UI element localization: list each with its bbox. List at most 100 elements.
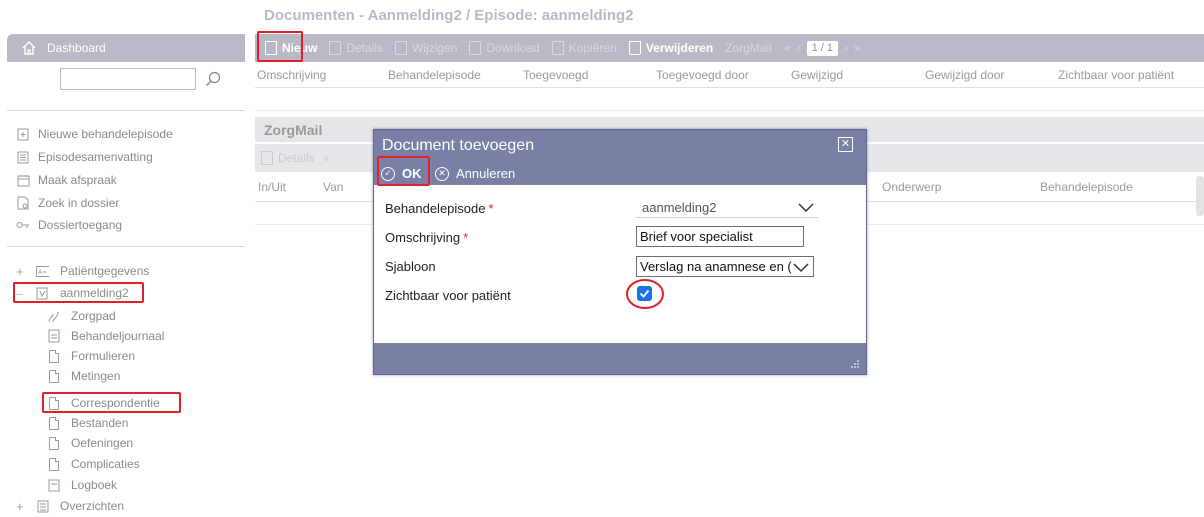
dialog-footer <box>374 343 866 374</box>
tree-item-label: Complicaties <box>71 457 140 471</box>
search-icon <box>206 71 221 86</box>
check-circle-icon: ✓ <box>381 166 395 181</box>
tree-item-label: Logboek <box>71 478 118 492</box>
description-label-text: Omschrijving <box>385 230 461 245</box>
tree-item-patient-data[interactable]: + A= Patiëntgegevens <box>16 262 149 280</box>
documents-toolbar: Nieuw Details Wijzigen Download Kopiëren… <box>255 34 1204 62</box>
divider <box>7 110 245 111</box>
template-select[interactable]: Verslag na anamnese en ( <box>636 256 814 277</box>
column-header[interactable]: Omschrijving <box>257 68 326 82</box>
x-circle-icon: ✕ <box>435 166 449 181</box>
tree-item-label: Oefeningen <box>71 436 134 450</box>
copy-button-label: Kopiëren <box>568 41 617 55</box>
tree-item-complicaties[interactable]: Complicaties <box>47 455 140 473</box>
close-icon[interactable]: ✕ <box>838 137 853 152</box>
tree-item-label: Metingen <box>71 369 121 383</box>
column-header[interactable]: Van <box>323 180 343 194</box>
dashboard-label: Dashboard <box>47 41 106 55</box>
edit-button[interactable]: Wijzigen <box>395 41 457 55</box>
tree-item-episode[interactable]: – aanmelding2 <box>16 284 129 302</box>
highlight-checkbox-circle <box>626 279 664 309</box>
prev-page-icon[interactable]: ‹ <box>797 41 801 55</box>
next-page-icon[interactable]: › <box>844 41 848 55</box>
sidebar-action-appointment[interactable]: Maak afspraak <box>16 171 117 189</box>
table-row <box>255 89 1204 111</box>
path-icon <box>47 309 60 323</box>
tree-item-label: Formulieren <box>71 349 136 363</box>
summary-icon <box>16 150 30 164</box>
new-button-label: Nieuw <box>282 41 318 55</box>
sidebar-action-search-dossier[interactable]: Zoek in dossier <box>16 194 119 212</box>
download-button[interactable]: Download <box>469 41 540 55</box>
sidebar-action-label: Nieuwe behandelepisode <box>38 127 173 141</box>
column-header[interactable]: Gewijzigd door <box>925 68 1004 82</box>
tree-item-label: Behandeljournaal <box>71 329 165 343</box>
sidebar-action-dossier-access[interactable]: Dossiertoegang <box>16 216 122 234</box>
overview-icon <box>36 499 49 513</box>
documents-table-header: Omschrijving Behandelepisode Toegevoegd … <box>255 62 1204 88</box>
copy-button[interactable]: Kopiëren <box>551 41 617 55</box>
zorgmail-details-button[interactable]: Details <box>261 151 315 165</box>
collapse-icon[interactable]: – <box>16 286 28 301</box>
column-header[interactable]: Behandelepisode <box>388 68 481 82</box>
column-header[interactable]: In/Uit <box>258 180 286 194</box>
svg-text:A=: A= <box>38 269 47 276</box>
search-document-icon <box>16 196 30 210</box>
tree-item-oefeningen[interactable]: Oefeningen <box>47 434 133 452</box>
zorgmail-button-label: ZorgMail <box>725 41 772 55</box>
delete-button[interactable]: Verwijderen <box>628 41 714 55</box>
tree-item-behandeljournaal[interactable]: Behandeljournaal <box>47 327 164 345</box>
sidebar: Dashboard Nieuwe behandelepisode Episode… <box>0 0 245 517</box>
ok-button[interactable]: ✓ OK <box>381 166 422 181</box>
zorgmail-button[interactable]: ZorgMail <box>725 41 772 55</box>
column-header[interactable]: Toegevoegd door <box>656 68 749 82</box>
document-icon <box>47 396 60 410</box>
sidebar-search-input[interactable] <box>60 68 196 90</box>
description-input[interactable]: Brief voor specialist <box>636 226 804 247</box>
new-button[interactable]: Nieuw <box>265 41 317 55</box>
scrollbar[interactable] <box>1196 176 1204 216</box>
column-header[interactable]: Toegevoegd <box>523 68 588 82</box>
delete-button-label: Verwijderen <box>645 41 714 55</box>
column-header[interactable]: Zichtbaar voor patiënt <box>1058 68 1174 82</box>
column-header[interactable]: Behandelepisode <box>1040 180 1133 194</box>
document-icon <box>47 436 60 450</box>
chevron-down-icon <box>798 203 814 213</box>
expand-icon[interactable]: + <box>16 264 28 279</box>
edit-button-label: Wijzigen <box>412 41 458 55</box>
cancel-button[interactable]: ✕ Annuleren <box>435 166 515 181</box>
tree-item-overviews[interactable]: + Overzichten <box>16 497 124 515</box>
required-marker: * <box>488 201 494 216</box>
episode-select[interactable]: aanmelding2 <box>636 197 818 218</box>
column-header[interactable]: Onderwerp <box>882 180 941 194</box>
new-episode-icon <box>16 127 30 141</box>
details-button[interactable]: Details <box>329 41 383 55</box>
tree-item-logboek[interactable]: Logboek <box>47 476 117 494</box>
dashboard-link[interactable]: Dashboard <box>7 34 245 62</box>
tree-item-zorgpad[interactable]: Zorgpad <box>47 307 116 325</box>
sidebar-action-label: Maak afspraak <box>38 173 117 187</box>
dialog-title: Document toevoegen <box>382 137 535 154</box>
zorgmail-details-label: Details <box>278 151 315 165</box>
tree-item-metingen[interactable]: Metingen <box>47 367 120 385</box>
key-icon <box>16 218 30 232</box>
new-document-icon <box>265 41 277 55</box>
resize-handle-icon[interactable] <box>848 357 860 369</box>
sidebar-action-summary[interactable]: Episodesamenvatting <box>16 148 153 166</box>
first-page-icon[interactable]: « <box>784 41 791 55</box>
column-header[interactable]: Gewijzigd <box>791 68 843 82</box>
details-button-label: Details <box>346 41 384 55</box>
search-button[interactable] <box>202 68 224 90</box>
last-page-icon[interactable]: » <box>854 41 861 55</box>
expand-icon[interactable]: + <box>16 499 28 514</box>
tree-item-formulieren[interactable]: Formulieren <box>47 347 135 365</box>
document-icon <box>47 369 60 383</box>
template-select-value: Verslag na anamnese en ( <box>640 259 792 274</box>
first-page-icon[interactable]: « <box>323 151 330 165</box>
tree-item-label: Correspondentie <box>71 396 160 410</box>
episode-field-label: Behandelepisode * <box>385 201 494 216</box>
tree-item-correspondentie[interactable]: Correspondentie <box>47 394 160 412</box>
home-icon <box>22 41 36 55</box>
sidebar-action-new-episode[interactable]: Nieuwe behandelepisode <box>16 125 173 143</box>
tree-item-bestanden[interactable]: Bestanden <box>47 414 128 432</box>
